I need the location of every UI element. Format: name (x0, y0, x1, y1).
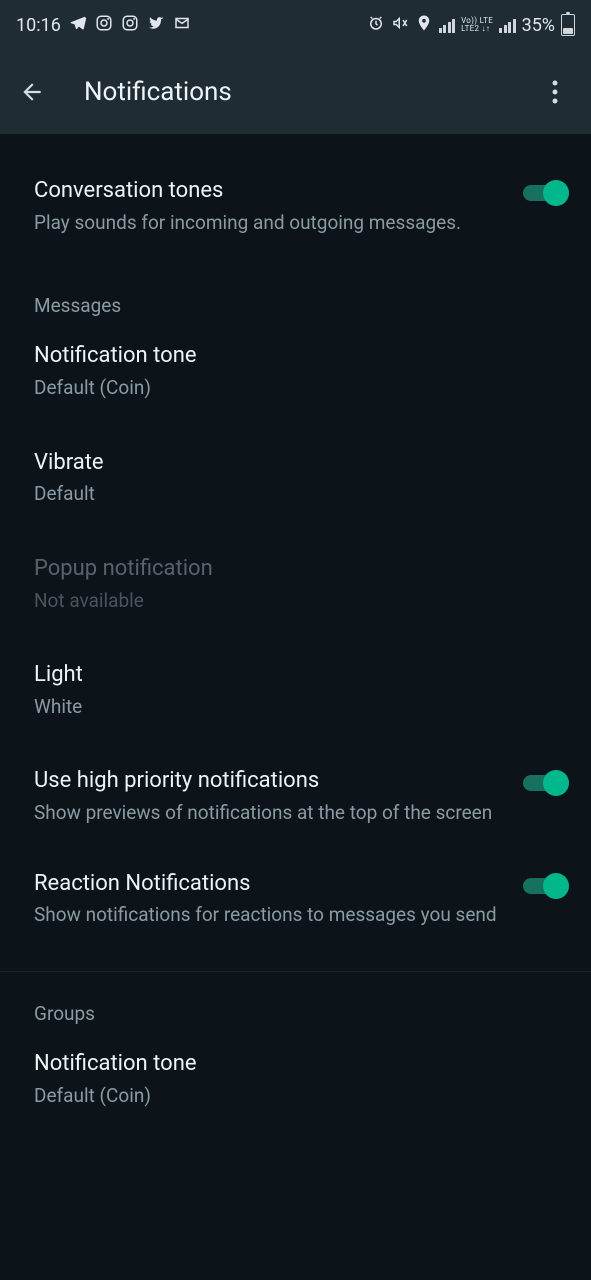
setting-title: Conversation tones (34, 176, 507, 206)
setting-subtitle: Show previews of notifications at the to… (34, 800, 507, 827)
status-left: 10:16 (16, 14, 191, 37)
more-button[interactable] (531, 68, 579, 116)
telegram-icon (69, 14, 87, 37)
network-label: Vo)) LTE LTE2 ↓↑ (461, 17, 493, 33)
battery-icon (561, 14, 575, 36)
setting-subtitle: Default (Coin) (34, 1083, 569, 1110)
setting-title: Use high priority notifications (34, 766, 507, 796)
setting-subtitle: Not available (34, 588, 569, 615)
twitter-icon (147, 14, 165, 37)
high-priority-toggle[interactable] (523, 770, 569, 796)
instagram-icon (121, 14, 139, 37)
notification-tone-item[interactable]: Notification tone Default (Coin) (0, 327, 591, 419)
more-vert-icon (552, 80, 558, 104)
arrow-left-icon (19, 79, 45, 105)
setting-subtitle: Default (34, 481, 569, 508)
setting-title: Notification tone (34, 341, 569, 371)
setting-title: Notification tone (34, 1049, 569, 1079)
reaction-toggle[interactable] (523, 873, 569, 899)
high-priority-item[interactable]: Use high priority notifications Show pre… (0, 738, 591, 844)
back-button[interactable] (8, 68, 56, 116)
battery-percent: 35% (522, 15, 555, 36)
instagram-icon (95, 14, 113, 37)
alarm-icon (367, 14, 385, 37)
section-header-groups: Groups (0, 972, 591, 1035)
setting-subtitle: Show notifications for reactions to mess… (34, 902, 507, 929)
status-right: Vo)) LTE LTE2 ↓↑ 35% (367, 14, 575, 37)
clock-time: 10:16 (16, 15, 61, 36)
conversation-tones-toggle[interactable] (523, 180, 569, 206)
setting-title: Light (34, 660, 569, 690)
mute-icon (391, 14, 409, 37)
settings-list: Conversation tones Play sounds for incom… (0, 134, 591, 1127)
location-icon (415, 14, 433, 37)
page-title: Notifications (84, 77, 503, 107)
popup-notification-item: Popup notification Not available (0, 526, 591, 632)
setting-subtitle: Play sounds for incoming and outgoing me… (34, 210, 507, 237)
signal-icon (499, 17, 516, 33)
setting-title: Vibrate (34, 448, 569, 478)
setting-subtitle: White (34, 694, 569, 721)
status-bar: 10:16 Vo)) LTE LTE2 ↓↑ (0, 0, 591, 50)
app-bar: Notifications (0, 50, 591, 134)
section-header-messages: Messages (0, 254, 591, 327)
reaction-notifications-item[interactable]: Reaction Notifications Show notification… (0, 845, 591, 947)
signal-icon (439, 17, 456, 33)
setting-title: Reaction Notifications (34, 869, 507, 899)
gmail-icon (173, 14, 191, 37)
vibrate-item[interactable]: Vibrate Default (0, 420, 591, 526)
light-item[interactable]: Light White (0, 632, 591, 738)
setting-title: Popup notification (34, 554, 569, 584)
setting-subtitle: Default (Coin) (34, 375, 569, 402)
conversation-tones-item[interactable]: Conversation tones Play sounds for incom… (0, 162, 591, 254)
group-notification-tone-item[interactable]: Notification tone Default (Coin) (0, 1035, 591, 1127)
